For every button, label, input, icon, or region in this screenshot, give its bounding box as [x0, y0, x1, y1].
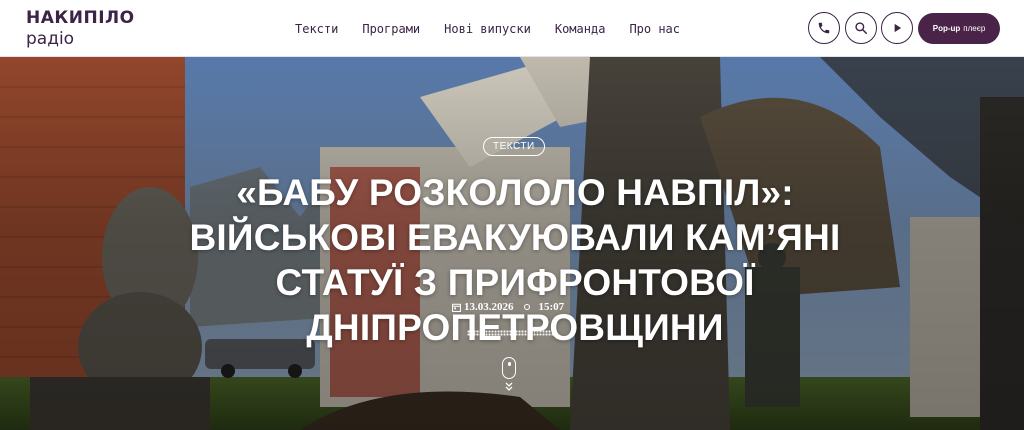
popup-player-button[interactable]: Pop-up плеєр [918, 13, 1000, 44]
chevron-down-icon[interactable] [503, 381, 515, 393]
search-icon [855, 22, 868, 35]
play-button[interactable] [881, 12, 913, 44]
site-header: НАКИПІЛО радіо Тексти Програми Нові випу… [0, 0, 1024, 57]
search-button[interactable] [845, 12, 877, 44]
play-icon [894, 23, 902, 33]
logo-wordmark: НАКИПІЛО [26, 8, 135, 28]
main-nav: Тексти Програми Нові випуски Команда Про… [295, 0, 680, 57]
article-date: 13.03.2026 [464, 301, 514, 313]
nav-item-programs[interactable]: Програми [362, 22, 420, 36]
hero-banner[interactable]: Тексти «БАБУ РОЗКОЛОЛО НАВПІЛ»: ВІЙСЬКОВ… [0, 57, 1024, 430]
nav-item-new-episodes[interactable]: Нові випуски [444, 22, 531, 36]
logo-subtitle: радіо [26, 29, 75, 49]
phone-icon [818, 22, 830, 34]
article-time: 15:07 [538, 301, 565, 313]
popup-label: плеєр [963, 24, 986, 33]
slider-progress[interactable] [467, 330, 555, 336]
nav-item-texts[interactable]: Тексти [295, 22, 338, 36]
calendar-icon [452, 303, 461, 312]
popup-label-bold: Pop-up [932, 24, 961, 33]
progress-dots [467, 330, 555, 336]
scroll-down-mouse-icon[interactable] [502, 357, 516, 379]
phone-button[interactable] [808, 12, 840, 44]
nav-item-team[interactable]: Команда [555, 22, 606, 36]
category-tag[interactable]: Тексти [483, 137, 545, 156]
article-meta: 13.03.2026 15:07 [452, 301, 564, 313]
separator-dot [523, 304, 530, 310]
mouse-wheel [507, 362, 511, 366]
logo[interactable]: НАКИПІЛО радіо [26, 8, 134, 50]
nav-item-about[interactable]: Про нас [629, 22, 680, 36]
article-headline[interactable]: «БАБУ РОЗКОЛОЛО НАВПІЛ»: ВІЙСЬКОВІ ЕВАКУ… [130, 170, 900, 350]
